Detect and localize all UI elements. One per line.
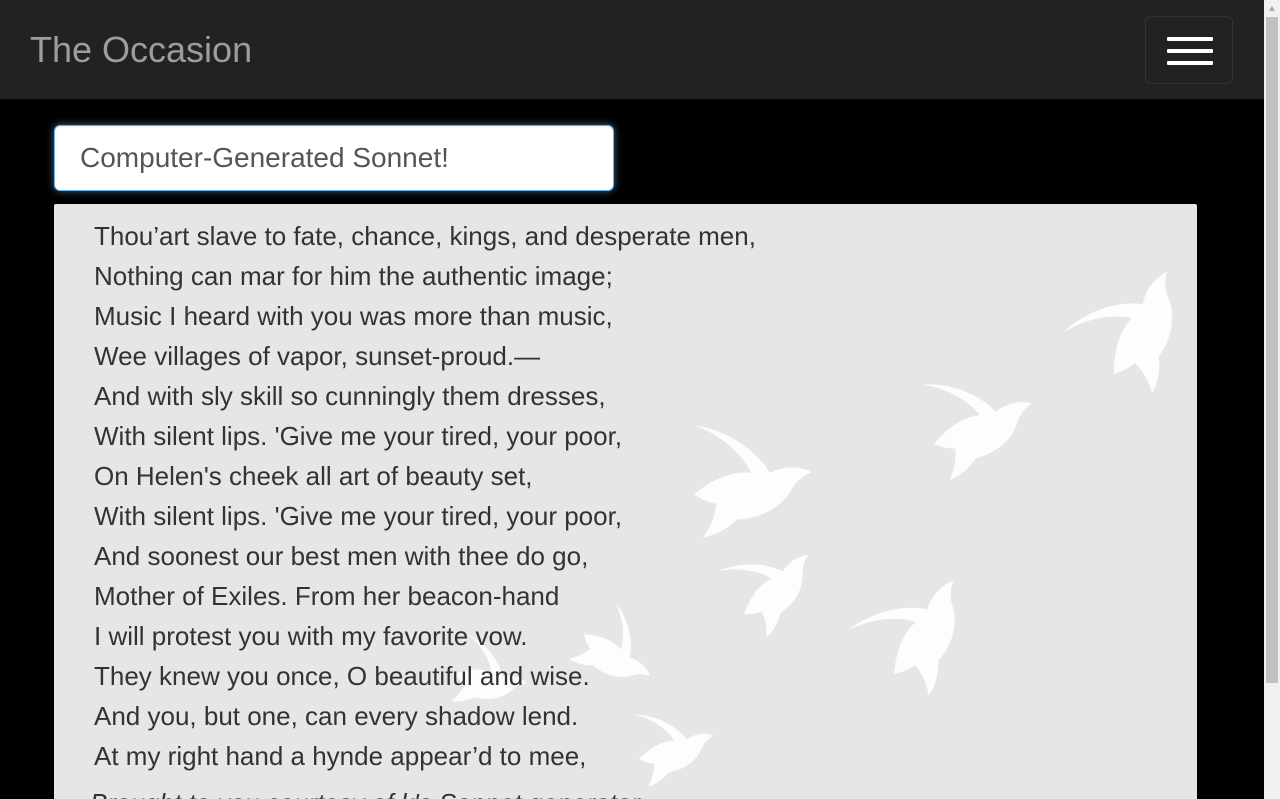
poem-line: On Helen's cheek all art of beauty set, (94, 461, 533, 491)
bird-icon (913, 351, 1047, 481)
poem-line: With silent lips. 'Give me your tired, y… (94, 421, 623, 451)
poem-attribution: Brought to you courtesy of k's Sonnet ge… (90, 788, 640, 799)
scrollbar-thumb[interactable] (1266, 17, 1278, 683)
poem-line: And with sly skill so cunningly them dre… (94, 381, 606, 411)
navbar: The Occasion (0, 0, 1264, 100)
poem-line: Mother of Exiles. From her beacon-hand (94, 581, 560, 611)
poem-line: With silent lips. 'Give me your tired, y… (94, 501, 623, 531)
poem-line: Wee villages of vapor, sunset-proud.— (94, 341, 541, 371)
poem-line: Nothing can mar for him the authentic im… (94, 261, 613, 291)
sonnet-title-input[interactable] (54, 125, 614, 191)
menu-toggle-button[interactable] (1145, 16, 1233, 84)
poem-line: I will protest you with my favorite vow. (94, 621, 528, 651)
bird-icon (1057, 241, 1197, 396)
poem-line: And soonest our best men with thee do go… (94, 541, 589, 571)
poem-line: And you, but one, can every shadow lend. (94, 701, 579, 731)
poem-panel: Thou’art slave to fate, chance, kings, a… (54, 204, 1197, 799)
page-scrollbar[interactable]: ▲ (1264, 0, 1280, 799)
poem-line: They knew you once, O beautiful and wise… (94, 661, 590, 691)
poem-line: Thou’art slave to fate, chance, kings, a… (94, 221, 756, 251)
brand-title[interactable]: The Occasion (30, 29, 252, 71)
poem-text: Thou’art slave to fate, chance, kings, a… (94, 216, 756, 776)
poem-line: Music I heard with you was more than mus… (94, 301, 613, 331)
scroll-up-arrow-icon[interactable]: ▲ (1264, 0, 1280, 16)
poem-line: At my right hand a hynde appear’d to mee… (94, 741, 587, 771)
bird-icon (842, 547, 991, 698)
